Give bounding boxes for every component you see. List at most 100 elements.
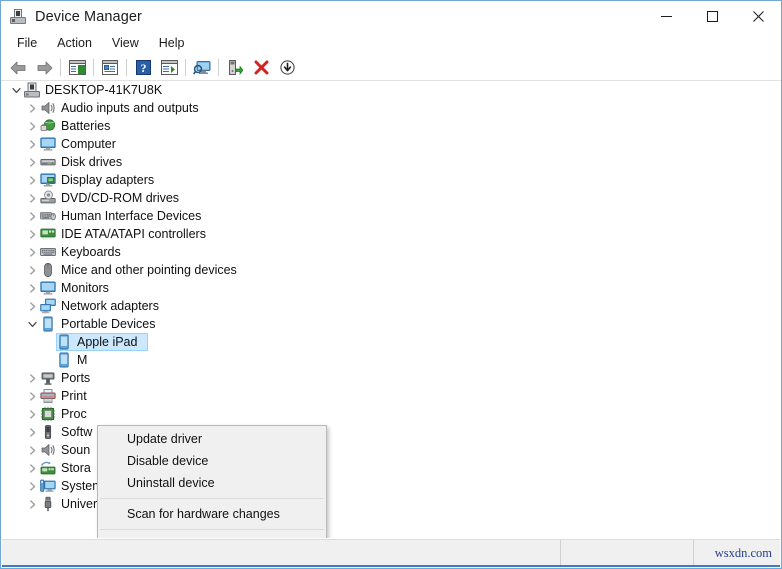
tree-item-batteries[interactable]: Batteries bbox=[2, 117, 780, 135]
portable-device-icon bbox=[40, 316, 56, 332]
chevron-right-icon[interactable] bbox=[24, 495, 40, 513]
disk-drive-icon bbox=[40, 154, 56, 170]
chevron-right-icon[interactable] bbox=[24, 477, 40, 495]
chevron-right-icon[interactable] bbox=[24, 99, 40, 117]
tree-item-root[interactable]: DESKTOP-41K7U8K bbox=[2, 81, 780, 99]
scan-monitor-icon bbox=[193, 60, 211, 75]
battery-icon bbox=[40, 118, 56, 134]
menu-help[interactable]: Help bbox=[149, 33, 195, 54]
chevron-right-icon[interactable] bbox=[24, 441, 40, 459]
chevron-right-icon[interactable] bbox=[24, 171, 40, 189]
chevron-right-icon[interactable] bbox=[24, 405, 40, 423]
speaker-icon bbox=[40, 100, 56, 116]
tree-item-keyboards[interactable]: Keyboards bbox=[2, 243, 780, 261]
show-hide-console-tree-button[interactable] bbox=[64, 56, 90, 79]
toolbar-separator bbox=[126, 59, 127, 76]
context-menu-item-uninstall-device[interactable]: Uninstall device bbox=[98, 472, 326, 494]
toolbar-separator bbox=[60, 59, 61, 76]
tree-item-ide-controllers[interactable]: IDE ATA/ATAPI controllers bbox=[2, 225, 780, 243]
tree-item-label: Ports bbox=[61, 371, 91, 385]
scan-hardware-changes-button[interactable] bbox=[189, 56, 215, 79]
sound-controller-icon bbox=[40, 442, 56, 458]
context-menu-item-properties[interactable]: Properties bbox=[98, 534, 326, 538]
tree-item-label: M bbox=[77, 353, 88, 367]
maximize-button[interactable] bbox=[689, 1, 735, 32]
tree-item-computer[interactable]: Computer bbox=[2, 135, 780, 153]
toolbar-separator bbox=[185, 59, 186, 76]
context-menu-item-disable-device[interactable]: Disable device bbox=[98, 450, 326, 472]
help-button[interactable]: ? bbox=[130, 56, 156, 79]
tree-root-label: DESKTOP-41K7U8K bbox=[45, 83, 163, 97]
chevron-right-icon[interactable] bbox=[24, 459, 40, 477]
status-bar: wsxdn.com bbox=[2, 539, 780, 567]
ide-controller-icon bbox=[40, 226, 56, 242]
update-driver-icon bbox=[229, 59, 243, 75]
chevron-right-icon[interactable] bbox=[24, 135, 40, 153]
uninstall-device-button[interactable] bbox=[248, 56, 274, 79]
display-adapter-icon bbox=[40, 172, 56, 188]
tree-item-portable-devices[interactable]: Portable Devices bbox=[2, 315, 780, 333]
close-button[interactable] bbox=[735, 1, 781, 32]
chevron-right-icon[interactable] bbox=[24, 297, 40, 315]
context-menu[interactable]: Update driver Disable device Uninstall d… bbox=[97, 425, 327, 538]
chevron-right-icon[interactable] bbox=[24, 279, 40, 297]
chevron-right-icon[interactable] bbox=[24, 117, 40, 135]
tree-item-network-adapters[interactable]: Network adapters bbox=[2, 297, 780, 315]
view-button[interactable] bbox=[156, 56, 182, 79]
monitor-icon bbox=[40, 136, 56, 152]
tree-item-disk-drives[interactable]: Disk drives bbox=[2, 153, 780, 171]
tree-item-apple-ipad[interactable]: Apple iPad bbox=[2, 333, 780, 351]
chevron-down-icon[interactable] bbox=[24, 315, 40, 333]
chevron-right-icon[interactable] bbox=[24, 189, 40, 207]
context-menu-item-update-driver[interactable]: Update driver bbox=[98, 428, 326, 450]
chevron-right-icon[interactable] bbox=[24, 207, 40, 225]
minimize-button[interactable] bbox=[643, 1, 689, 32]
back-button[interactable] bbox=[5, 56, 31, 79]
watermark-text: wsxdn.com bbox=[714, 546, 772, 560]
update-driver-button[interactable] bbox=[222, 56, 248, 79]
menu-action[interactable]: Action bbox=[47, 33, 102, 54]
properties-button[interactable] bbox=[97, 56, 123, 79]
chevron-down-icon[interactable] bbox=[8, 81, 24, 99]
chevron-right-icon[interactable] bbox=[24, 369, 40, 387]
device-tree[interactable]: DESKTOP-41K7U8K Audio inputs and outputs bbox=[2, 81, 780, 538]
chevron-right-icon[interactable] bbox=[24, 225, 40, 243]
context-menu-item-scan-hardware-changes[interactable]: Scan for hardware changes bbox=[98, 503, 326, 525]
chevron-right-icon[interactable] bbox=[24, 387, 40, 405]
chevron-right-icon[interactable] bbox=[24, 423, 40, 441]
tree-item-printers[interactable]: Print bbox=[2, 387, 780, 405]
tree-item-label: Softw bbox=[61, 425, 93, 439]
status-pane-1 bbox=[2, 540, 560, 567]
menu-file[interactable]: File bbox=[7, 33, 47, 54]
chevron-right-icon[interactable] bbox=[24, 243, 40, 261]
tree-item-ports[interactable]: Ports bbox=[2, 369, 780, 387]
monitor-icon bbox=[40, 280, 56, 296]
tree-item-label: Audio inputs and outputs bbox=[61, 101, 199, 115]
tree-item-hid[interactable]: Human Interface Devices bbox=[2, 207, 780, 225]
tree-item-label: Stora bbox=[61, 461, 91, 475]
tree-item-monitors[interactable]: Monitors bbox=[2, 279, 780, 297]
storage-controller-icon bbox=[40, 460, 56, 476]
status-pane-3: wsxdn.com bbox=[693, 540, 780, 567]
network-adapter-icon bbox=[40, 298, 56, 314]
hid-icon bbox=[40, 208, 56, 224]
tree-item-label: IDE ATA/ATAPI controllers bbox=[61, 227, 206, 241]
disable-device-button[interactable] bbox=[274, 56, 300, 79]
tree-item-audio[interactable]: Audio inputs and outputs bbox=[2, 99, 780, 117]
tree-item-portable-child-2[interactable]: M bbox=[2, 351, 780, 369]
mouse-icon bbox=[40, 262, 56, 278]
tree-item-dvd-drives[interactable]: DVD/CD-ROM drives bbox=[2, 189, 780, 207]
tree-item-mice[interactable]: Mice and other pointing devices bbox=[2, 261, 780, 279]
system-device-icon bbox=[40, 478, 56, 494]
tree-item-display-adapters[interactable]: Display adapters bbox=[2, 171, 780, 189]
tree-item-label: Human Interface Devices bbox=[61, 209, 202, 223]
device-manager-icon bbox=[10, 8, 26, 25]
tree-item-processors[interactable]: Proc bbox=[2, 405, 780, 423]
context-menu-separator bbox=[100, 529, 324, 530]
chevron-right-icon[interactable] bbox=[24, 261, 40, 279]
chevron-right-icon[interactable] bbox=[24, 153, 40, 171]
menu-view[interactable]: View bbox=[102, 33, 149, 54]
forward-button[interactable] bbox=[31, 56, 57, 79]
back-arrow-icon bbox=[10, 61, 25, 74]
